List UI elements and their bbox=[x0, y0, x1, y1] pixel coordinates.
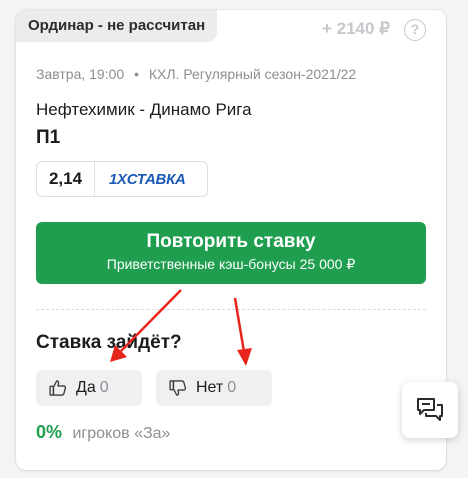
players-percent: 0% bbox=[36, 422, 63, 442]
thumbs-up-icon bbox=[49, 380, 67, 396]
vote-yes-button[interactable]: Да 0 bbox=[36, 370, 142, 406]
odds-box[interactable]: 2,14 1XСТАВКА bbox=[36, 161, 208, 197]
status-badge: Ординар - не рассчитан bbox=[16, 10, 218, 42]
help-icon[interactable]: ? bbox=[404, 19, 426, 41]
bet-pick: П1 bbox=[36, 127, 61, 148]
repeat-bet-subtitle: Приветственные кэш-бонусы 25 000 ₽ bbox=[106, 256, 356, 272]
chat-bubbles-icon bbox=[417, 398, 443, 421]
thumbs-down-icon bbox=[169, 380, 187, 396]
league-name: КХЛ. Регулярный сезон-2021/22 bbox=[148, 66, 357, 82]
event-meta: Завтра, 19:00 • КХЛ. Регулярный сезон-20… bbox=[36, 66, 356, 82]
vote-no-label: Нет bbox=[196, 379, 224, 396]
divider bbox=[36, 309, 426, 310]
event-date: Завтра, 19:00 bbox=[36, 66, 125, 82]
match-title[interactable]: Нефтехимик - Динамо Рига bbox=[36, 100, 252, 120]
repeat-bet-title: Повторить ставку bbox=[146, 231, 316, 252]
bet-card: Ординар - не рассчитан + 2140 ₽ ? Завтра… bbox=[16, 10, 446, 470]
odds-value: 2,14 bbox=[37, 162, 95, 196]
vote-yes-count: 0 bbox=[99, 379, 109, 396]
players-stat: 0% игроков «За» bbox=[36, 422, 170, 443]
vote-yes-label: Да bbox=[76, 379, 96, 396]
repeat-bet-button[interactable]: Повторить ставку Приветственные кэш-бону… bbox=[36, 222, 426, 284]
payout-amount: + 2140 ₽ bbox=[321, 19, 390, 38]
vote-no-count: 0 bbox=[227, 379, 237, 396]
players-text: игроков «За» bbox=[72, 425, 171, 442]
vote-no-button[interactable]: Нет 0 bbox=[156, 370, 272, 406]
vote-question: Ставка зайдёт? bbox=[36, 332, 182, 353]
meta-separator: • bbox=[134, 66, 139, 82]
chat-widget-button[interactable] bbox=[402, 382, 458, 438]
bookmaker-logo[interactable]: 1XСТАВКА bbox=[109, 171, 186, 188]
